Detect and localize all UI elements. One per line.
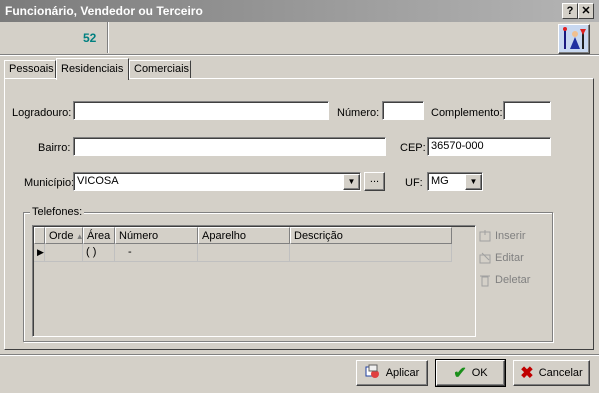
grid-header-area[interactable]: Área <box>83 227 115 244</box>
grid-header-orde[interactable]: Orde ▲ <box>45 227 83 244</box>
grid-header-aparelho[interactable]: Aparelho <box>198 227 290 244</box>
insert-button[interactable]: Inserir <box>478 229 526 247</box>
record-code: 52 <box>83 31 97 45</box>
row-indicator[interactable]: ▶ <box>34 244 45 262</box>
cancel-label: Cancelar <box>538 367 583 379</box>
grid-cell-numero[interactable]: - <box>115 244 198 262</box>
municipio-label: Município: <box>24 177 75 189</box>
grid-cell-aparelho[interactable] <box>198 244 290 262</box>
ok-label: OK <box>471 367 488 379</box>
grid-cell-descricao[interactable] <box>290 244 452 262</box>
row-pointer-icon: ▶ <box>37 247 44 257</box>
sort-triangle-icon: ▲ <box>73 232 83 241</box>
numero-input[interactable] <box>382 101 424 120</box>
insert-icon <box>478 229 492 243</box>
check-icon: ✔ <box>453 365 467 382</box>
window-title: Funcionário, Vendedor ou Terceiro <box>5 4 203 18</box>
telefones-label: Telefones: <box>30 206 85 218</box>
edit-button[interactable]: Editar <box>478 251 524 269</box>
logradouro-label: Logradouro: <box>12 107 72 119</box>
complemento-label: Complemento: <box>431 107 503 119</box>
bairro-input[interactable] <box>73 137 386 156</box>
trash-icon <box>478 273 492 287</box>
grid-cell-area[interactable]: ( ) <box>83 244 115 262</box>
close-x-icon: ✖ <box>520 365 534 382</box>
tab-pessoais[interactable]: Pessoais <box>4 60 56 78</box>
edit-label: Editar <box>495 251 524 264</box>
apply-button[interactable]: Aplicar <box>356 360 428 386</box>
cancel-button[interactable]: ✖ Cancelar <box>513 360 590 386</box>
chevron-down-icon: ▼ <box>469 177 478 186</box>
grid-indicator-header <box>34 227 45 244</box>
insert-label: Inserir <box>495 229 526 242</box>
uf-label: UF: <box>405 177 423 189</box>
apply-icon <box>365 364 381 383</box>
cep-input[interactable]: 36570-000 <box>427 137 551 156</box>
apply-label: Aplicar <box>385 367 420 379</box>
delete-label: Deletar <box>495 273 531 286</box>
municipio-browse-button[interactable]: ... <box>364 172 385 191</box>
numero-label: Número: <box>337 107 380 119</box>
wand-figure-icon <box>558 24 590 54</box>
ok-button[interactable]: ✔ OK <box>435 359 506 387</box>
logradouro-input[interactable] <box>73 101 329 120</box>
tab-residenciais[interactable]: Residenciais <box>56 58 129 80</box>
complemento-input[interactable] <box>503 101 551 120</box>
chevron-down-icon: ▼ <box>347 177 356 186</box>
help-button[interactable]: ? <box>562 3 578 19</box>
municipio-dropdown-button[interactable]: ▼ <box>343 174 360 190</box>
bairro-label: Bairro: <box>38 142 71 154</box>
delete-button[interactable]: Deletar <box>478 273 530 291</box>
cep-label: CEP: <box>400 142 426 154</box>
grid-header-numero[interactable]: Número <box>115 227 198 244</box>
grid-header-orde-text: Orde <box>49 230 74 242</box>
edit-icon <box>478 251 492 265</box>
uf-dropdown-button[interactable]: ▼ <box>465 174 482 190</box>
tab-comerciais[interactable]: Comerciais <box>129 60 191 78</box>
grid-header-descricao[interactable]: Descrição <box>290 227 452 244</box>
municipio-select[interactable]: VICOSA <box>73 172 361 191</box>
close-button[interactable]: ✕ <box>578 3 594 19</box>
table-row[interactable] <box>45 244 83 262</box>
header-divider <box>0 54 599 56</box>
footer-divider <box>0 354 599 356</box>
